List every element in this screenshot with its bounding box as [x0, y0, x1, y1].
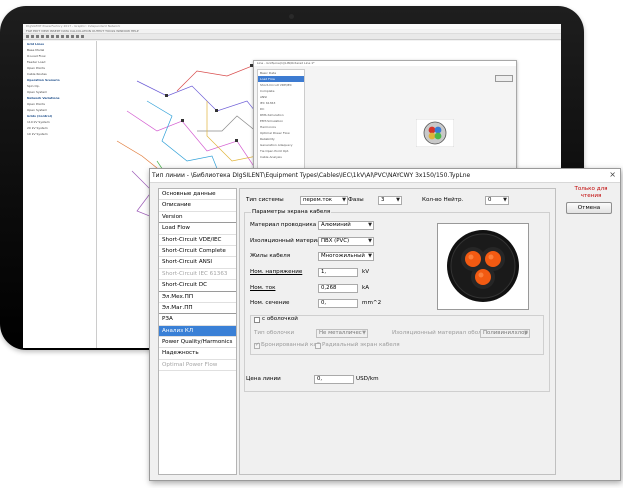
phases-label: Фазы [348, 197, 364, 203]
system-type-select[interactable]: перем.ток ▼ [300, 196, 348, 205]
chevron-down-icon: ▼ [524, 330, 528, 336]
dialog-title-bar[interactable]: Тип линии - \Библиотека DIgSILENT\Equipm… [150, 169, 620, 183]
sheath-type-select[interactable]: Не металличес ▼ [316, 329, 368, 338]
rated-section-input[interactable]: 0, [318, 299, 358, 308]
toolbar-icon[interactable] [66, 35, 69, 38]
background-nav-item: Cable Analysis [260, 155, 282, 159]
phases-value: 3 [381, 197, 385, 203]
chevron-down-icon: ▼ [368, 253, 372, 259]
nav-item[interactable]: Version [159, 212, 236, 224]
toolbar-icon[interactable] [36, 35, 39, 38]
cable-analysis-pane: Тип системы перем.ток ▼ Фазы 3 ▼ Кол-во Не… [239, 188, 556, 475]
sheath-insulation-value: Поливинилхлор [483, 330, 528, 336]
toolbar-icon[interactable] [76, 35, 79, 38]
line-price-unit: USD/km [356, 376, 379, 382]
cable-cores-value: Многожильный [321, 253, 365, 259]
cable-cores-select[interactable]: Многожильный ▼ [318, 252, 374, 261]
nav-item[interactable]: Power Quality/Harmonics [159, 337, 236, 349]
chevron-down-icon: ▼ [362, 330, 366, 336]
toolbar-icon[interactable] [41, 35, 44, 38]
toolbar-icon[interactable] [31, 35, 34, 38]
armored-label: Бронированный каб [261, 342, 321, 348]
rated-current-label: Ном. ток [250, 285, 276, 291]
sheath-insulation-select[interactable]: Поливинилхлор ▼ [480, 329, 530, 338]
line-price-input[interactable]: 0, [314, 375, 354, 384]
nav-item[interactable]: Описание [159, 200, 236, 212]
nav-item[interactable]: РЗА [159, 314, 236, 326]
rated-section-label: Ном. сечение [250, 300, 290, 306]
system-type-value: перем.ток [303, 197, 333, 203]
sheath-insulation-label: Изоляционный материал оболо [392, 330, 486, 336]
close-icon[interactable]: × [609, 169, 616, 181]
nav-item[interactable]: Эл.Маг.ПП [159, 303, 236, 315]
nav-item[interactable]: Эл.Мех.ПП [159, 292, 236, 303]
line-price-label: Цена линии [246, 376, 281, 382]
read-only-notice: Только для чтения [574, 186, 608, 199]
conductor-material-select[interactable]: Алюминий ▼ [318, 221, 374, 230]
nav-item[interactable]: Short-Circuit DC [159, 280, 236, 292]
nav-item[interactable]: Optimal Power Flow [159, 360, 236, 372]
neutrals-value: 0 [488, 197, 492, 203]
nav-item[interactable]: Надежность [159, 348, 236, 360]
toolbar-icon[interactable] [61, 35, 64, 38]
sheath-type-label: Тип оболочки [254, 330, 295, 336]
system-type-label: Тип системы [246, 197, 284, 203]
dialog-title: Тип линии - \Библиотека DIgSILENT\Equipm… [152, 172, 471, 179]
neutrals-select[interactable]: 0 ▼ [485, 196, 509, 205]
cancel-button[interactable]: Отмена [566, 202, 612, 214]
chevron-down-icon: ▼ [342, 197, 346, 203]
sheath-checkbox-label: с оболочкой [262, 316, 298, 322]
background-dialog-title: Line - Grid\Line(1)\LIN\Ordered Line 1* [254, 61, 516, 66]
toolbar-icon[interactable] [81, 35, 84, 38]
phases-select[interactable]: 3 ▼ [378, 196, 402, 205]
toolbar-icon[interactable] [56, 35, 59, 38]
page-nav-list[interactable]: Основные данные Описание Version Load Flow S… [158, 188, 237, 475]
shield-params-title: Параметры экрана кабеля [251, 209, 332, 215]
conductor-material-label: Материал проводника [250, 222, 317, 228]
insulation-material-label: Изоляционный материал [250, 238, 325, 244]
nav-item[interactable]: Short-Circuit Complete [159, 246, 236, 258]
tree-item[interactable]: 10 kV System [23, 131, 96, 137]
neutrals-label: Кол-во Нейтр. [422, 197, 464, 203]
cable-cross-section-box [437, 223, 529, 310]
rated-current-input[interactable]: 0,268 [318, 284, 358, 293]
armored-checkbox[interactable] [254, 342, 260, 349]
nav-item[interactable]: Основные данные [159, 189, 236, 201]
toolbar-icon[interactable] [51, 35, 54, 38]
rated-voltage-unit: kV [362, 269, 370, 275]
sheath-checkbox[interactable] [254, 317, 260, 323]
radial-shield-label: Радиальный экран кабеля [322, 342, 400, 348]
rated-voltage-input[interactable]: 1, [318, 268, 358, 277]
app-toolbar[interactable] [23, 34, 561, 40]
insulation-material-select[interactable]: ПВХ (PVC) ▼ [318, 237, 374, 246]
chevron-down-icon: ▼ [368, 238, 372, 244]
nav-item[interactable]: Short-Circuit ANSI [159, 257, 236, 269]
cable-cross-section-icon [447, 230, 519, 302]
camera-dot [289, 14, 294, 19]
nav-item[interactable]: Short-Circuit IEC 61363 [159, 269, 236, 281]
project-tree[interactable]: Grid Lines Base Model O-Load Flow Feeder Lo… [23, 41, 97, 348]
nav-item[interactable]: Short-Circuit VDE/IEC [159, 235, 236, 246]
cable-cores-label: Жилы кабеля [250, 253, 291, 259]
toolbar-icon[interactable] [71, 35, 74, 38]
radial-shield-checkbox[interactable] [315, 343, 321, 349]
chevron-down-icon: ▼ [368, 222, 372, 228]
sheath-type-value: Не металличес [319, 330, 362, 336]
rated-current-unit: kA [362, 285, 370, 291]
background-ok-button [495, 75, 513, 82]
rated-voltage-label: Ном. напряжение [250, 269, 303, 275]
nav-item[interactable]: Анализ КЛ [159, 325, 236, 338]
toolbar-icon[interactable] [26, 35, 29, 38]
chevron-down-icon: ▼ [396, 197, 400, 203]
conductor-material-value: Алюминий [321, 222, 351, 228]
rated-section-unit: mm^2 [362, 300, 382, 306]
chevron-down-icon: ▼ [503, 197, 507, 203]
nav-item[interactable]: Load Flow [159, 223, 236, 235]
line-type-dialog: Тип линии - \Библиотека DIgSILENT\Equipm… [149, 168, 621, 481]
background-cable-preview [416, 119, 454, 147]
toolbar-icon[interactable] [46, 35, 49, 38]
insulation-material-value: ПВХ (PVC) [321, 238, 350, 244]
